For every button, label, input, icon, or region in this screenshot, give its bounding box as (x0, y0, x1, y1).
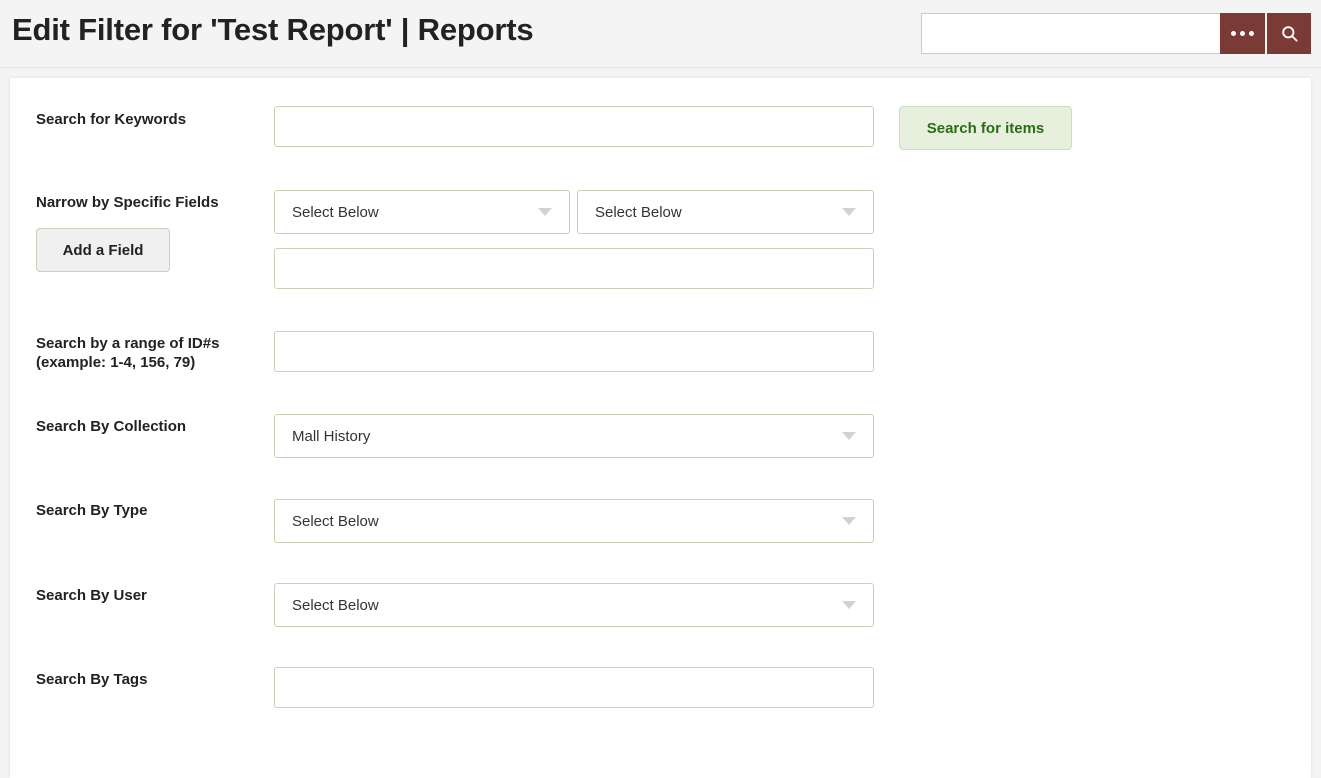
id-range-label: Search by a range of ID#s (example: 1-4,… (36, 334, 276, 372)
tags-input[interactable] (274, 667, 874, 708)
type-select-value: Select Below (292, 512, 379, 530)
ellipsis-icon (1231, 31, 1254, 36)
page-title: Edit Filter for 'Test Report' | Reports (12, 12, 534, 47)
id-range-input[interactable] (274, 331, 874, 372)
search-icon (1281, 26, 1298, 42)
filter-form-card: Search for Keywords Search for items Nar… (10, 78, 1311, 778)
narrow-fields-label: Narrow by Specific Fields (36, 194, 219, 211)
type-select[interactable]: Select Below (274, 499, 874, 543)
collection-label: Search By Collection (36, 418, 187, 435)
chevron-down-icon (842, 208, 856, 216)
header-search-group (921, 13, 1311, 54)
chevron-down-icon (842, 601, 856, 609)
chevron-down-icon (538, 208, 552, 216)
id-range-label-line1: Search by a range of ID#s (36, 335, 220, 352)
narrow-field-select-2[interactable]: Select Below (577, 190, 874, 234)
chevron-down-icon (842, 432, 856, 440)
id-range-label-line2: (example: 1-4, 156, 79) (36, 354, 196, 372)
type-label: Search By Type (36, 502, 148, 519)
user-select[interactable]: Select Below (274, 583, 874, 627)
global-search-button[interactable] (1267, 13, 1311, 54)
add-a-field-button[interactable]: Add a Field (36, 228, 170, 272)
narrow-field-select-1[interactable]: Select Below (274, 190, 570, 234)
narrow-field-select-2-value: Select Below (595, 203, 682, 221)
collection-select[interactable]: Mall History (274, 414, 874, 458)
page-header: Edit Filter for 'Test Report' | Reports (0, 0, 1321, 68)
collection-select-value: Mall History (292, 427, 371, 445)
tags-label: Search By Tags (36, 671, 148, 688)
keywords-label: Search for Keywords (36, 111, 187, 128)
narrow-field-select-1-value: Select Below (292, 203, 379, 221)
search-for-items-button[interactable]: Search for items (899, 106, 1072, 150)
search-more-options-button[interactable] (1220, 13, 1265, 54)
user-label: Search By User (36, 587, 147, 604)
user-select-value: Select Below (292, 596, 379, 614)
global-search-input[interactable] (921, 13, 1220, 54)
narrow-field-value-input[interactable] (274, 248, 874, 289)
chevron-down-icon (842, 517, 856, 525)
keywords-input[interactable] (274, 106, 874, 147)
